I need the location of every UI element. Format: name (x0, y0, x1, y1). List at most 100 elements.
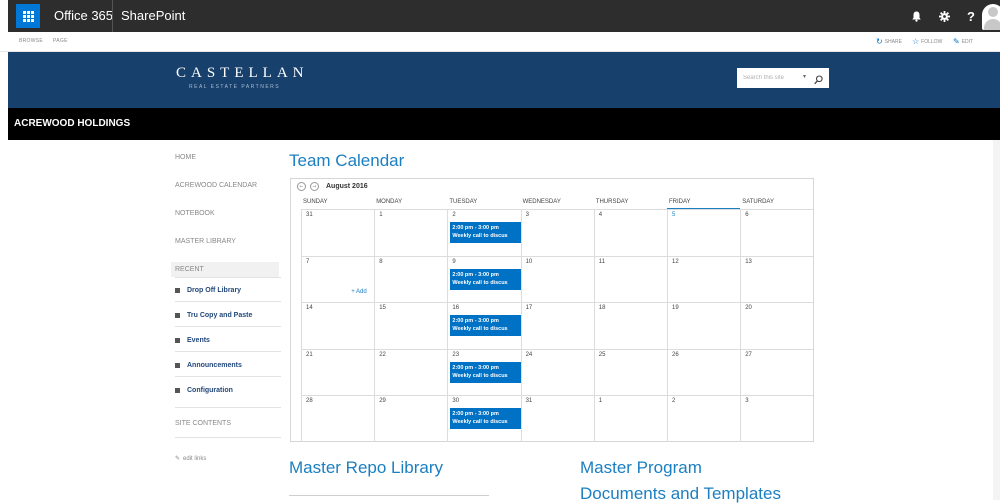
calendar-day-number: 15 (379, 305, 386, 312)
calendar-day-cell[interactable]: 23 2:00 pm - 3:00 pm Weekly call to discus (447, 348, 522, 396)
calendar-day-cell[interactable]: 7 + Add (301, 255, 375, 303)
nav-home[interactable]: HOME (175, 154, 196, 161)
avatar-body (984, 19, 1000, 30)
bullet-icon (175, 288, 180, 293)
calendar-day-cell[interactable]: 13 (740, 255, 814, 303)
calendar-event[interactable]: 2:00 pm - 3:00 pm Weekly call to discus (450, 408, 522, 430)
site-logo[interactable]: CASTELLAN (176, 65, 309, 82)
calendar-day-number: 12 (672, 258, 679, 265)
calendar-day-cell[interactable]: 3 (740, 395, 814, 442)
day-name-saturday: SATURDAY (742, 199, 774, 205)
calendar-day-cell[interactable]: 2 2:00 pm - 3:00 pm Weekly call to discus (447, 209, 522, 256)
nav-recent-drop-off-library[interactable]: Drop Off Library (175, 287, 241, 294)
calendar-event[interactable]: 2:00 pm - 3:00 pm Weekly call to discus (450, 222, 522, 243)
nav-recent-label: Events (187, 337, 210, 344)
calendar-day-cell[interactable]: 2 (667, 395, 741, 442)
event-title: Weekly call to discus (452, 279, 508, 286)
master-repo-library-title[interactable]: Master Repo Library (289, 458, 443, 478)
calendar-day-cell[interactable]: 31 (520, 395, 594, 442)
master-program-docs-title-line1[interactable]: Master Program (580, 458, 702, 478)
calendar-day-cell[interactable]: 6 (740, 209, 814, 256)
calendar-day-number: 2 (672, 398, 676, 405)
previous-month-arrow-icon[interactable]: ← (297, 182, 306, 191)
calendar-day-cell[interactable]: 12 (667, 255, 741, 303)
search-scope-dropdown-icon[interactable]: ▾ (803, 73, 806, 80)
calendar-day-cell[interactable]: 31 (301, 209, 375, 256)
page-scrollbar[interactable] (993, 140, 1000, 500)
calendar-day-cell[interactable]: 29 (374, 395, 448, 442)
calendar-day-cell[interactable]: 26 (667, 348, 741, 396)
nav-separator (175, 277, 281, 278)
nav-separator (175, 376, 281, 377)
calendar-day-cell[interactable]: 14 (301, 302, 375, 349)
share-button[interactable]: ↻ SHARE (876, 37, 902, 46)
calendar-title[interactable]: Team Calendar (289, 151, 404, 171)
calendar-day-cell[interactable]: 1 (593, 395, 667, 442)
calendar-event[interactable]: 2:00 pm - 3:00 pm Weekly call to discus (450, 315, 522, 337)
nav-recent-events[interactable]: Events (175, 337, 210, 344)
nav-recent-configuration[interactable]: Configuration (175, 387, 233, 394)
nav-site-contents[interactable]: SITE CONTENTS (175, 420, 231, 427)
edit-button[interactable]: ✎ EDIT (953, 37, 973, 46)
nav-recent[interactable]: RECENT (175, 266, 204, 273)
app-launcher-icon[interactable] (16, 4, 40, 28)
calendar-event[interactable]: 2:00 pm - 3:00 pm Weekly call to discus (450, 361, 522, 383)
day-name-monday: MONDAY (376, 199, 403, 205)
calendar-day-cell[interactable]: 30 2:00 pm - 3:00 pm Weekly call to discus (447, 395, 522, 442)
nav-notebook[interactable]: NOTEBOOK (175, 210, 215, 217)
calendar-day-number: 21 (306, 351, 313, 358)
user-avatar[interactable] (982, 4, 1000, 30)
search-input[interactable] (737, 68, 799, 88)
calendar-day-number: 11 (598, 258, 606, 265)
follow-button[interactable]: ☆ FOLLOW (912, 37, 942, 46)
calendar-day-cell[interactable]: 20 (740, 302, 814, 349)
add-event-link[interactable]: + Add (351, 289, 367, 295)
calendar-day-cell[interactable]: 27 (740, 348, 814, 396)
notifications-bell-icon[interactable] (901, 0, 931, 32)
calendar-day-cell[interactable]: 4 (593, 209, 667, 256)
calendar-day-cell[interactable]: 28 (301, 395, 375, 442)
sharepoint-link[interactable]: SharePoint (121, 0, 185, 32)
event-time: 2:00 pm - 3:00 pm (452, 271, 499, 278)
calendar-day-cell[interactable]: 17 (520, 302, 594, 349)
nav-recent-tru-copy-and-paste[interactable]: Tru Copy and Paste (175, 312, 252, 319)
nav-master-library[interactable]: MASTER LIBRARY (175, 238, 236, 245)
calendar-day-cell[interactable]: 22 (374, 348, 448, 396)
event-time: 2:00 pm - 3:00 pm (452, 364, 499, 371)
office365-link[interactable]: Office 365 (54, 0, 113, 32)
calendar-day-cell[interactable]: 24 (520, 348, 594, 396)
tab-browse[interactable]: BROWSE (19, 38, 43, 44)
calendar-day-number: 29 (379, 398, 386, 405)
calendar-day-cell[interactable]: 16 2:00 pm - 3:00 pm Weekly call to discus (447, 302, 522, 349)
calendar-day-cell[interactable]: 3 (520, 209, 594, 256)
calendar-day-cell[interactable]: 21 (301, 348, 375, 396)
tab-page[interactable]: PAGE (53, 38, 68, 44)
calendar-event[interactable]: 2:00 pm - 3:00 pm Weekly call to discus (450, 268, 522, 290)
calendar-day-cell[interactable]: 18 (593, 302, 667, 349)
edit-links-button[interactable]: ✎ edit links (175, 455, 206, 463)
site-title[interactable]: ACREWOOD HOLDINGS (14, 118, 130, 129)
settings-gear-icon[interactable] (929, 0, 959, 32)
master-program-docs-title-line2[interactable]: Documents and Templates (580, 484, 781, 504)
calendar-grid: 31 1 2 2:00 pm - 3:00 pm Weekly call to disc… (301, 208, 814, 442)
calendar-day-cell[interactable]: 8 (374, 255, 448, 303)
event-time: 2:00 pm - 3:00 pm (452, 411, 499, 418)
calendar-day-cell[interactable]: 1 (374, 209, 448, 256)
bullet-icon (175, 313, 180, 318)
avatar-head (988, 7, 998, 17)
nav-acrewood-calendar[interactable]: ACREWOOD CALENDAR (175, 182, 257, 189)
search-icon[interactable] (814, 72, 823, 90)
calendar-day-cell[interactable]: 25 (593, 348, 667, 396)
day-name-tuesday: TUESDAY (449, 199, 478, 205)
nav-recent-label: Tru Copy and Paste (187, 312, 253, 319)
calendar-day-cell[interactable]: 5 (667, 209, 741, 256)
pencil-icon: ✎ (175, 456, 181, 462)
nav-recent-announcements[interactable]: Announcements (175, 362, 242, 369)
calendar-day-cell[interactable]: 9 2:00 pm - 3:00 pm Weekly call to discus (447, 255, 522, 303)
calendar-day-cell[interactable]: 15 (374, 302, 448, 349)
calendar-day-cell[interactable]: 10 (520, 255, 594, 303)
calendar-day-cell[interactable]: 19 (667, 302, 741, 349)
next-month-arrow-icon[interactable]: → (310, 182, 319, 191)
calendar-day-number: 1 (379, 212, 383, 218)
calendar-day-cell[interactable]: 11 (593, 255, 667, 303)
